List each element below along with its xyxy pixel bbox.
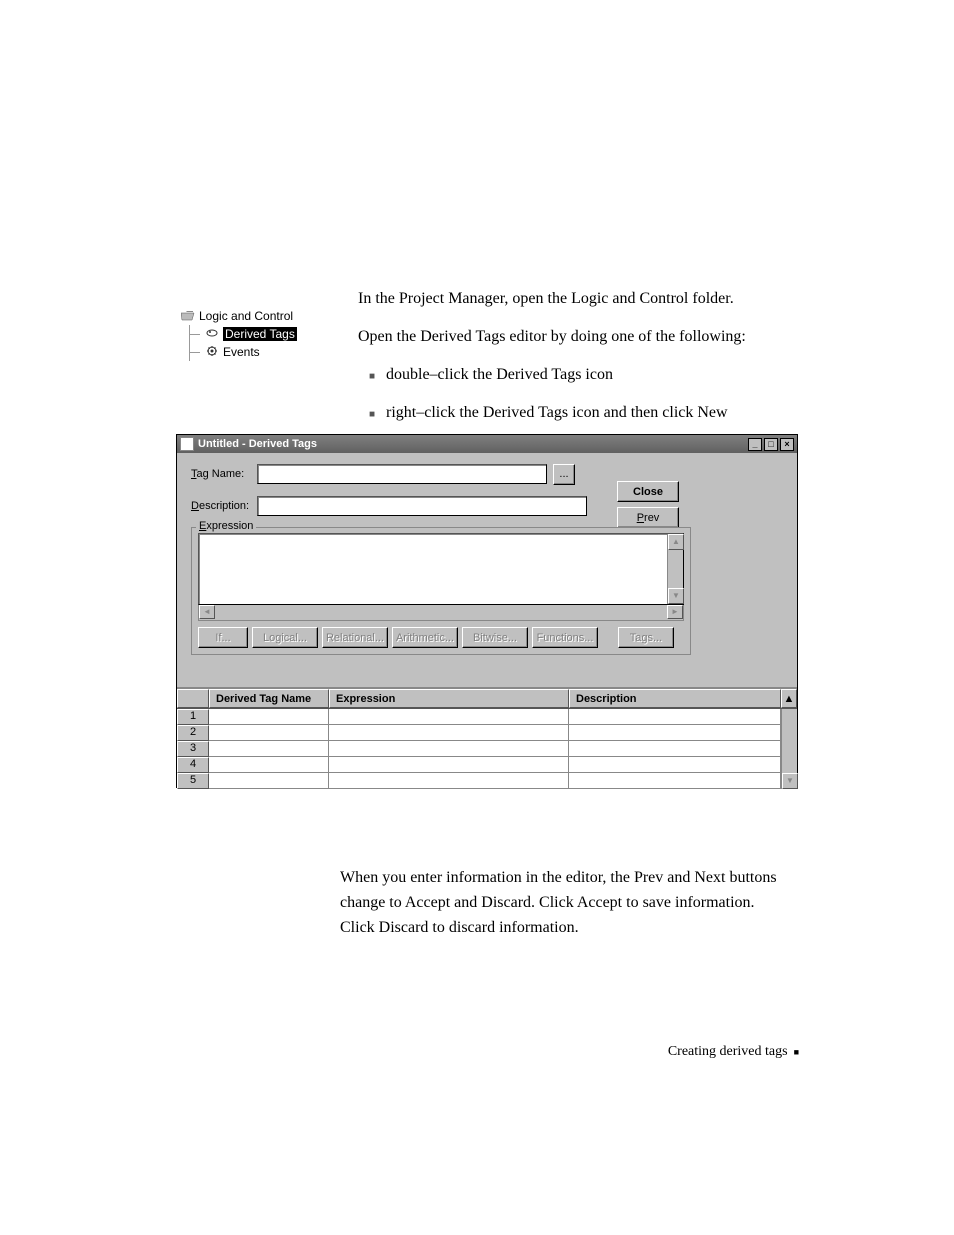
cell-description[interactable]: [569, 773, 781, 789]
bitwise-button[interactable]: Bitwise...: [462, 627, 528, 648]
close-window-button[interactable]: ×: [780, 438, 794, 451]
footer-text: Creating derived tags: [668, 1044, 788, 1059]
cell-expression[interactable]: [329, 773, 569, 789]
intro-bullet-1: double–click the Derived Tags icon: [380, 363, 798, 387]
cell-tagname[interactable]: [209, 709, 329, 725]
tree-folder-logic-control[interactable]: Logic and Control: [181, 307, 341, 325]
cell-expression[interactable]: [329, 709, 569, 725]
scroll-down-icon[interactable]: ▼: [782, 773, 798, 789]
row-number[interactable]: 1: [177, 709, 209, 725]
scroll-left-icon[interactable]: ◄: [199, 605, 215, 619]
maximize-button[interactable]: □: [764, 438, 778, 451]
minimize-button[interactable]: _: [748, 438, 762, 451]
derived-tags-window: Untitled - Derived Tags _ □ × Close Prev…: [176, 434, 798, 788]
cell-description[interactable]: [569, 757, 781, 773]
tagname-label: Tag Name:: [191, 468, 257, 480]
expression-group: Expression ▲ ▼ ◄ ► If... Logical... Rela…: [191, 527, 691, 655]
table-row[interactable]: 3: [177, 741, 797, 757]
description-label: Description:: [191, 500, 257, 512]
cell-tagname[interactable]: [209, 757, 329, 773]
derived-tags-grid: Derived Tag Name Expression Description …: [177, 687, 797, 787]
if-button[interactable]: If...: [198, 627, 248, 648]
folder-open-icon: [181, 309, 195, 324]
grid-header-tagname[interactable]: Derived Tag Name: [209, 689, 329, 708]
tags-button[interactable]: Tags...: [618, 627, 674, 648]
cell-tagname[interactable]: [209, 741, 329, 757]
grid-vscrollbar[interactable]: ▼: [781, 709, 797, 789]
expression-label: Expression: [196, 520, 256, 532]
expression-vscrollbar[interactable]: ▲ ▼: [667, 534, 683, 604]
intro-text-block: In the Project Manager, open the Logic a…: [358, 287, 798, 439]
row-number[interactable]: 5: [177, 773, 209, 789]
footer-square-icon: ■: [794, 1047, 799, 1057]
document-icon: [180, 437, 194, 451]
scroll-up-icon[interactable]: ▲: [668, 534, 684, 550]
relational-button[interactable]: Relational...: [322, 627, 388, 648]
intro-p1: In the Project Manager, open the Logic a…: [358, 287, 798, 311]
cell-description[interactable]: [569, 725, 781, 741]
grid-header-description[interactable]: Description: [569, 689, 781, 708]
intro-bullet-2: right–click the Derived Tags icon and th…: [380, 401, 798, 425]
close-button[interactable]: Close: [617, 481, 679, 502]
editor-note-text: When you enter information in the editor…: [340, 866, 790, 940]
cell-description[interactable]: [569, 741, 781, 757]
table-row[interactable]: 5: [177, 773, 797, 789]
row-number[interactable]: 3: [177, 741, 209, 757]
scroll-up-icon[interactable]: ▲: [781, 689, 797, 708]
logical-button[interactable]: Logical...: [252, 627, 318, 648]
arithmetic-button[interactable]: Arithmetic...: [392, 627, 458, 648]
browse-tag-button[interactable]: ...: [553, 464, 575, 485]
cell-tagname[interactable]: [209, 725, 329, 741]
scroll-right-icon[interactable]: ►: [667, 605, 683, 619]
page-footer: Creating derived tags ■: [668, 1044, 799, 1060]
prev-button[interactable]: Prev: [617, 507, 679, 528]
window-titlebar[interactable]: Untitled - Derived Tags _ □ ×: [177, 435, 797, 453]
expression-textarea[interactable]: ▲ ▼: [198, 533, 684, 605]
tree-label-selected: Derived Tags: [223, 327, 297, 341]
row-number[interactable]: 2: [177, 725, 209, 741]
table-row[interactable]: 4: [177, 757, 797, 773]
tree-label: Logic and Control: [199, 309, 293, 323]
cell-expression[interactable]: [329, 741, 569, 757]
scroll-down-icon[interactable]: ▼: [668, 588, 684, 604]
functions-button[interactable]: Functions...: [532, 627, 598, 648]
intro-p2: Open the Derived Tags editor by doing on…: [358, 325, 798, 349]
tree-label: Events: [223, 345, 260, 359]
table-row[interactable]: 1: [177, 709, 797, 725]
tagname-input[interactable]: [257, 464, 547, 484]
description-input[interactable]: [257, 496, 587, 516]
tag-icon: [205, 327, 219, 342]
cell-tagname[interactable]: [209, 773, 329, 789]
cell-expression[interactable]: [329, 725, 569, 741]
cell-description[interactable]: [569, 709, 781, 725]
grid-header-expression[interactable]: Expression: [329, 689, 569, 708]
cell-expression[interactable]: [329, 757, 569, 773]
tree-item-events[interactable]: Events: [181, 343, 341, 361]
expression-hscrollbar[interactable]: ◄ ►: [198, 605, 684, 621]
tree-item-derived-tags[interactable]: Derived Tags: [181, 325, 341, 343]
row-number[interactable]: 4: [177, 757, 209, 773]
window-title: Untitled - Derived Tags: [198, 438, 317, 450]
grid-corner[interactable]: [177, 689, 209, 708]
gear-icon: [205, 345, 219, 360]
table-row[interactable]: 2: [177, 725, 797, 741]
project-tree: Logic and Control Derived Tags Events: [181, 307, 341, 361]
